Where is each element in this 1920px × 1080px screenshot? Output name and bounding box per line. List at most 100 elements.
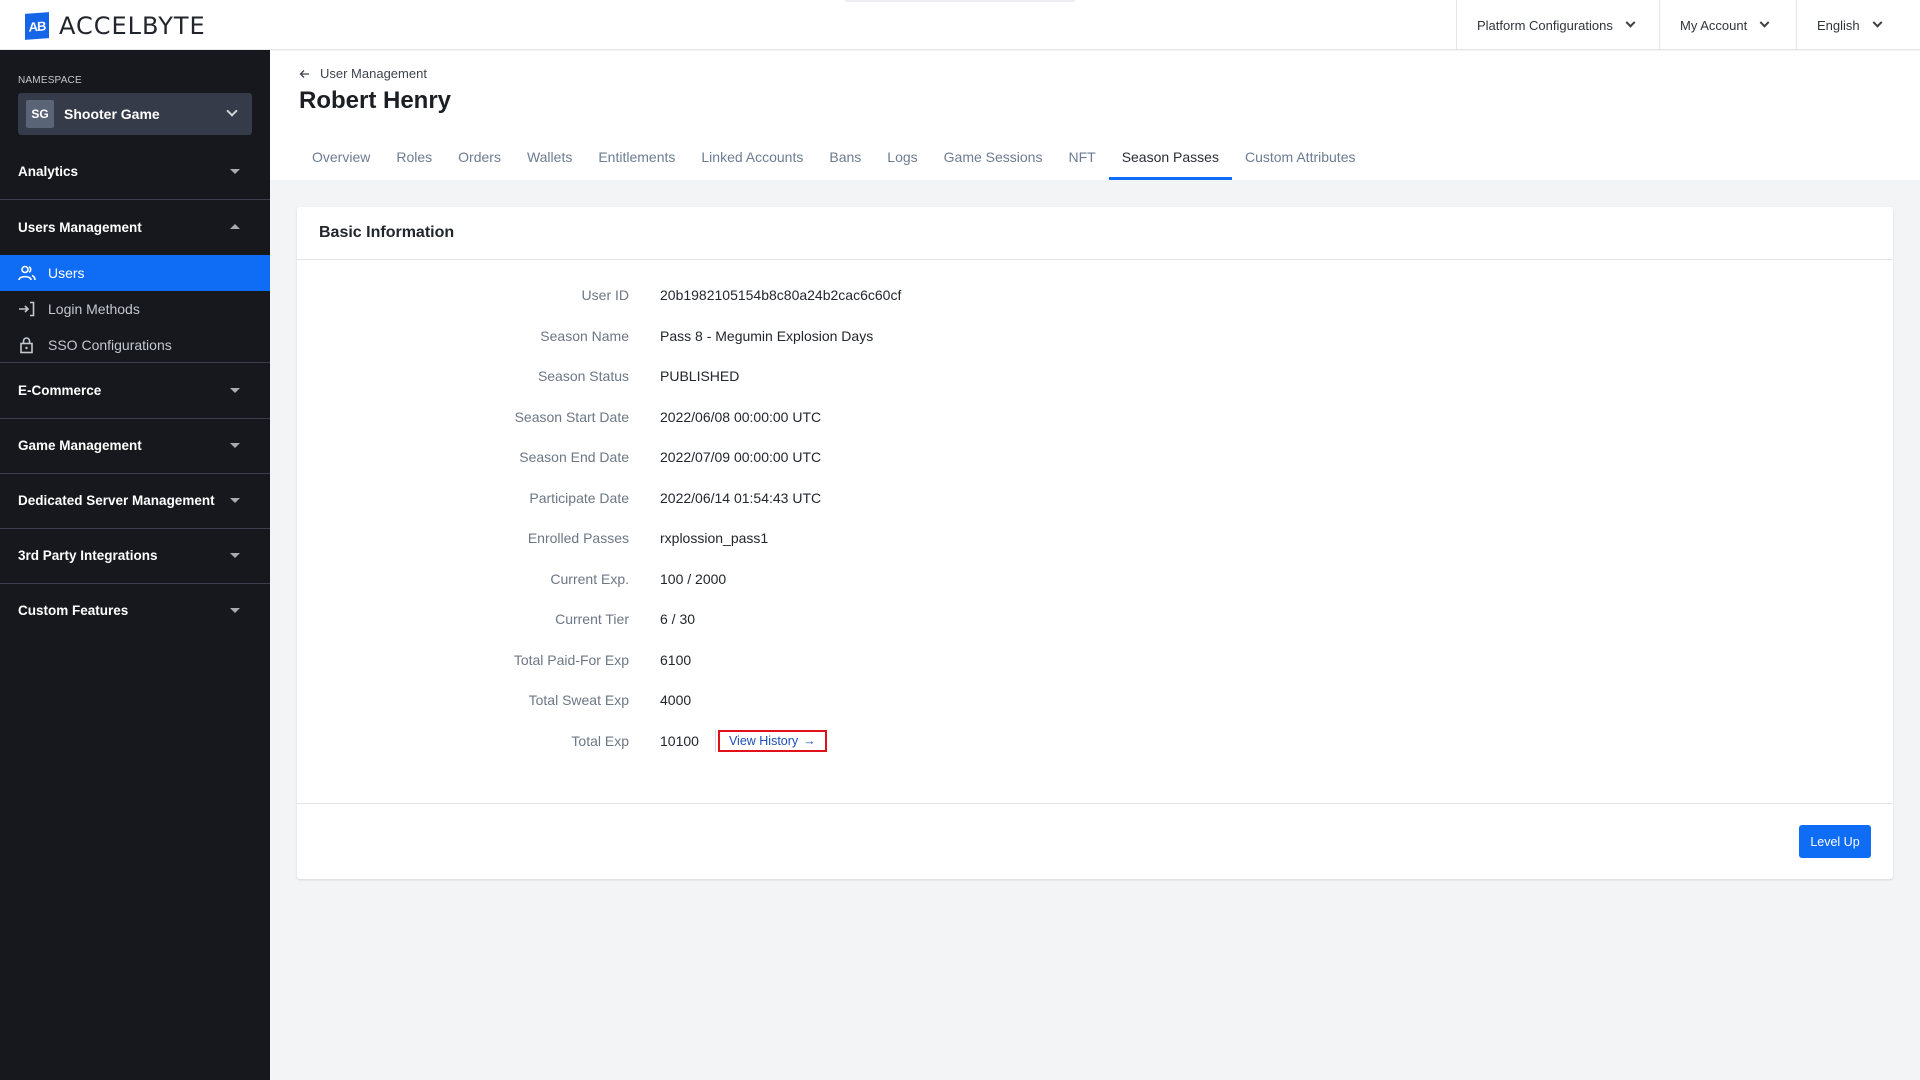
info-label: Total Exp [571,733,629,749]
nav-head-3rd-party-integrations[interactable]: 3rd Party Integrations [0,528,270,583]
info-label: Season End Date [519,449,629,465]
info-label: Season Name [540,328,629,344]
info-value: Pass 8 - Megumin Explosion Days [660,328,874,344]
top-menu: Platform Configurations My Account Engli… [1456,0,1920,50]
chevron-down-icon [1625,17,1636,28]
level-up-button[interactable]: Level Up [1799,825,1871,858]
nav-head-e-commerce[interactable]: E-Commerce [0,363,270,418]
nav-head-game-management[interactable]: Game Management [0,418,270,473]
nav-head-label: Custom Features [18,603,129,618]
breadcrumb-back-link[interactable]: User Management [299,66,427,81]
view-history-wrap: View History → [714,730,827,752]
info-row-participate-date: Participate Date 2022/06/14 01:54:43 UTC [297,488,1893,508]
info-row-total-sweat-exp: Total Sweat Exp 4000 [297,690,1893,710]
nav-group-analytics: Analytics [0,144,270,200]
sidebar-item-label: Login Methods [48,301,140,317]
caret-down-icon [230,388,240,393]
sidebar-item-users[interactable]: Users [0,255,270,291]
tab-bans[interactable]: Bans [816,133,874,180]
nav-head-dedicated-server-management[interactable]: Dedicated Server Management [0,473,270,528]
info-label: Total Sweat Exp [528,692,629,708]
platform-configurations-label: Platform Configurations [1477,17,1613,33]
info-row-total-exp: Total Exp 10100 View History → [297,730,1893,752]
tab-orders[interactable]: Orders [445,133,514,180]
my-account-label: My Account [1680,17,1748,33]
arrow-right-icon: → [803,734,816,748]
my-account-menu[interactable]: My Account [1659,0,1796,50]
accelbyte-logo[interactable]: AB ACCELBYTE [25,12,206,40]
info-value: 2022/06/08 00:00:00 UTC [660,409,822,425]
info-value: 2022/07/09 00:00:00 UTC [660,449,822,465]
nav-head-label: Analytics [18,164,79,179]
chevron-down-icon [1872,17,1883,28]
view-history-label: View History [728,734,799,748]
nav-head-analytics[interactable]: Analytics [0,144,270,199]
nav-head-label: E-Commerce [18,383,102,398]
namespace-badge: SG [26,100,54,128]
info-label: Participate Date [529,490,629,506]
info-value: 10100 [660,733,699,749]
info-row-season-start-date: Season Start Date 2022/06/08 00:00:00 UT… [297,407,1893,427]
content-header: User Management Robert Henry Overview Ro… [270,51,1920,180]
info-row-total-paid-for-exp: Total Paid-For Exp 6100 [297,650,1893,670]
nav-group-dedicated-server-management: Dedicated Server Management [0,473,270,529]
info-value: 20b1982105154b8c80a24b2cac6c60cf [660,287,902,303]
language-label: English [1817,17,1860,33]
tab-game-sessions[interactable]: Game Sessions [931,133,1056,180]
tab-nft[interactable]: NFT [1055,133,1108,180]
tabs: Overview Roles Orders Wallets Entitlemen… [299,133,1368,180]
card-footer: Level Up [297,803,1893,879]
info-value: 2022/06/14 01:54:43 UTC [660,490,822,506]
caret-up-icon [230,224,240,229]
sidebar-item-login-methods[interactable]: Login Methods [0,291,270,327]
info-label: Current Tier [555,611,629,627]
page-title: Robert Henry [299,87,452,114]
namespace-select[interactable]: SG Shooter Game [18,93,252,135]
language-menu[interactable]: English [1796,0,1920,50]
info-row-user-id: User ID 20b1982105154b8c80a24b2cac6c60cf [297,285,1893,305]
info-value: 6100 [660,652,692,668]
tab-season-passes[interactable]: Season Passes [1108,133,1233,180]
info-row-season-status: Season Status PUBLISHED [297,366,1893,386]
logo-text: ACCELBYTE [59,12,206,40]
info-row-current-exp: Current Exp. 100 / 2000 [297,569,1893,589]
view-history-link[interactable]: View History → [717,730,827,752]
caret-down-icon [230,608,240,613]
nav-head-custom-features[interactable]: Custom Features [0,583,270,638]
info-row-current-tier: Current Tier 6 / 30 [297,609,1893,629]
caret-down-icon [230,443,240,448]
chevron-down-icon [1759,17,1770,28]
card-title: Basic Information [297,207,1893,260]
tab-roles[interactable]: Roles [383,133,445,180]
caret-down-icon [230,498,240,503]
chevron-down-icon [226,105,238,117]
basic-information-card: Basic Information User ID 20b1982105154b… [297,207,1893,879]
nav-group-e-commerce: E-Commerce [0,363,270,419]
info-label: User ID [581,287,629,303]
sidebar-item-sso-configurations[interactable]: SSO Configurations [0,327,270,363]
info-value: rxplossion_pass1 [660,530,769,546]
tab-custom-attributes[interactable]: Custom Attributes [1232,133,1369,180]
tab-entitlements[interactable]: Entitlements [585,133,688,180]
tab-wallets[interactable]: Wallets [514,133,585,180]
info-row-season-name: Season Name Pass 8 - Megumin Explosion D… [297,326,1893,346]
sidebar-item-label: SSO Configurations [48,337,172,353]
namespace-name: Shooter Game [64,106,160,122]
platform-configurations-menu[interactable]: Platform Configurations [1456,0,1659,50]
tab-logs[interactable]: Logs [874,133,930,180]
divider [714,730,716,752]
tab-linked-accounts[interactable]: Linked Accounts [688,133,816,180]
nav-head-label: Users Management [18,220,142,235]
nav-group-users-management: Users Management Users Login Methods SSO… [0,200,270,363]
info-label: Total Paid-For Exp [513,652,629,668]
users-icon [18,265,36,281]
nav-head-users-management[interactable]: Users Management [0,200,270,255]
lock-icon [20,337,33,354]
info-value: PUBLISHED [660,368,740,384]
header-shadow [845,0,1075,2]
tab-overview[interactable]: Overview [299,133,383,180]
arrow-left-icon [299,69,309,78]
info-label: Enrolled Passes [527,530,629,546]
info-row-enrolled-passes: Enrolled Passes rxplossion_pass1 [297,528,1893,548]
info-label: Season Status [537,368,629,384]
